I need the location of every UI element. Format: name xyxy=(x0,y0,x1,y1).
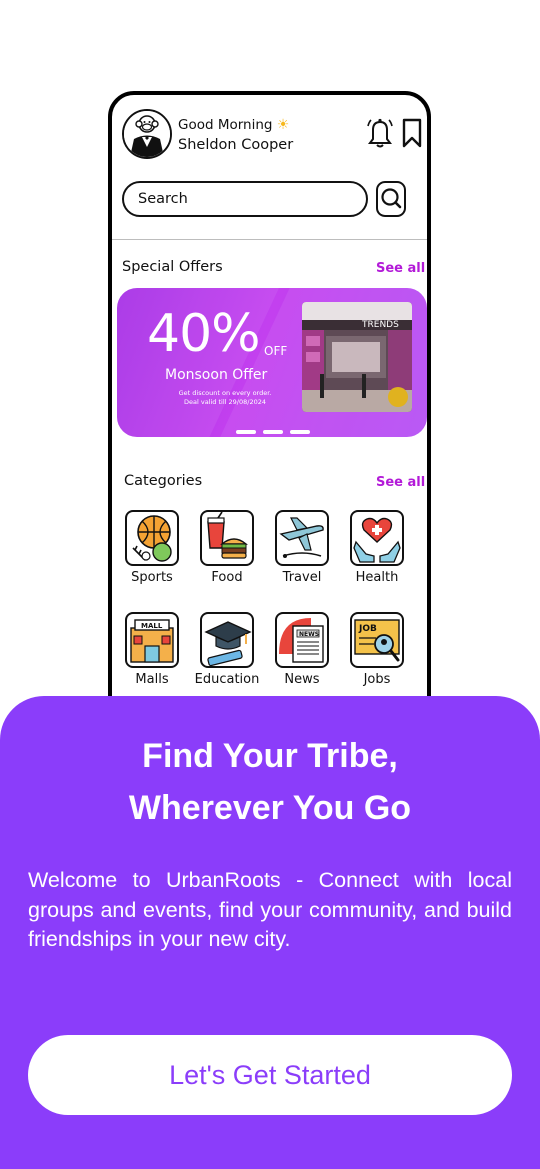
jobs-icon: JOB xyxy=(350,612,404,668)
onboarding-description: Welcome to UrbanRoots - Connect with loc… xyxy=(28,868,512,951)
search-button[interactable] xyxy=(376,181,406,217)
category-travel[interactable]: Travel xyxy=(267,510,337,585)
malls-icon: MALL xyxy=(125,612,179,668)
onboarding-screen: Good Morning ☀ Sheldon Cooper Search Spe… xyxy=(0,0,540,1169)
offer-detail: Get discount on every order. xyxy=(178,389,272,397)
category-label: News xyxy=(284,672,320,687)
category-label: Sports xyxy=(131,570,173,585)
monkey-avatar-icon xyxy=(124,111,170,157)
offer-discount: 40% xyxy=(147,304,261,364)
svg-text:TRENDS: TRENDS xyxy=(361,320,399,330)
avatar[interactable] xyxy=(122,109,172,159)
category-label: Jobs xyxy=(363,672,391,687)
categories-title: Categories xyxy=(124,473,203,489)
category-jobs[interactable]: JOB Jobs xyxy=(342,612,412,687)
carousel-indicator[interactable] xyxy=(236,421,317,437)
get-started-button[interactable]: Let's Get Started xyxy=(28,1035,512,1115)
store-photo: TRENDS xyxy=(302,302,412,412)
category-food[interactable]: Food xyxy=(192,510,262,585)
offer-name: Monsoon Offer xyxy=(165,367,268,383)
news-icon: NEWS xyxy=(275,612,329,668)
category-label: Education xyxy=(194,672,260,687)
food-icon xyxy=(200,510,254,566)
category-label: Food xyxy=(211,570,243,585)
category-label: Malls xyxy=(135,672,169,687)
bookmark-icon[interactable] xyxy=(400,117,427,149)
app-header: Good Morning ☀ Sheldon Cooper xyxy=(122,109,422,163)
notification-bell-icon[interactable] xyxy=(366,117,394,149)
education-icon xyxy=(200,612,254,668)
onboarding-sheet: Find Your Tribe, Wherever You Go Welcome… xyxy=(0,696,540,1169)
user-name: Sheldon Cooper xyxy=(178,137,294,153)
search-input[interactable]: Search xyxy=(122,181,368,217)
special-offers-title: Special Offers xyxy=(122,259,223,275)
category-label: Health xyxy=(355,570,399,585)
header-divider xyxy=(112,239,427,240)
search-icon xyxy=(381,188,402,209)
category-label: Travel xyxy=(282,570,322,585)
offer-off-label: OFF xyxy=(264,344,288,358)
category-sports[interactable]: Sports xyxy=(117,510,187,585)
svg-text:JOB: JOB xyxy=(358,624,377,634)
svg-text:NEWS: NEWS xyxy=(299,631,319,638)
category-education[interactable]: Education xyxy=(192,612,262,687)
sports-icon xyxy=(125,510,179,566)
greeting-text: Good Morning ☀ xyxy=(178,117,290,133)
onboarding-headline: Find Your Tribe, Wherever You Go xyxy=(128,737,412,827)
offer-banner[interactable]: 40% OFF Monsoon Offer Get discount on ev… xyxy=(117,288,427,437)
offer-validity: Deal valid till 29/08/2024 xyxy=(184,398,266,406)
travel-icon xyxy=(275,510,329,566)
sun-icon: ☀ xyxy=(276,117,290,133)
phone-mockup: Good Morning ☀ Sheldon Cooper Search Spe… xyxy=(108,91,431,791)
category-malls[interactable]: MALL Malls xyxy=(117,612,187,687)
special-offers-see-all-link[interactable]: See all xyxy=(376,261,425,276)
category-health[interactable]: Health xyxy=(342,510,412,585)
categories-see-all-link[interactable]: See all xyxy=(376,475,425,490)
health-icon xyxy=(350,510,404,566)
svg-text:MALL: MALL xyxy=(141,622,163,630)
category-news[interactable]: NEWS News xyxy=(267,612,337,687)
